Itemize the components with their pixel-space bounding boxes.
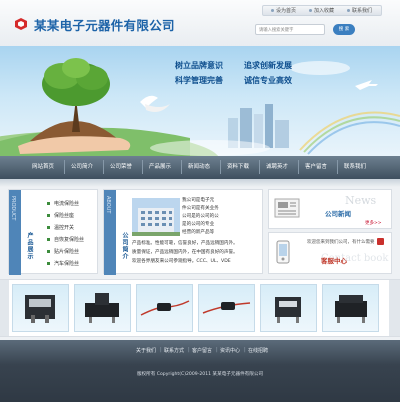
footer-link-about[interactable]: 关于我们 <box>136 347 156 354</box>
nav-divider <box>298 160 299 174</box>
search-button[interactable]: 搜 索 <box>333 24 355 35</box>
service-text: 欢迎您来到我们公司，有什么需要 <box>307 240 375 245</box>
bullet-icon <box>271 9 274 12</box>
fuse-holder-image <box>85 293 119 323</box>
nav-divider <box>142 160 143 174</box>
add-favorite-link[interactable]: 加入收藏 <box>309 7 334 14</box>
product-item[interactable]: 电流保险丝 <box>47 200 79 207</box>
gallery-product-image[interactable] <box>322 284 379 332</box>
slogan-innovation: 追求创新发展 <box>244 61 292 70</box>
product-item[interactable]: 保险丝座 <box>47 212 74 219</box>
inline-fuse-image <box>202 302 251 314</box>
fuse-holder-image <box>25 295 55 323</box>
footer: 关于我们 | 联系方式 | 客户留言 | 资讯中心 | 在线招聘 版权所有 Co… <box>0 340 400 402</box>
gallery-product-image[interactable] <box>260 284 317 332</box>
slogan-integrity: 诚信专业高效 <box>244 76 292 85</box>
about-tab: ABOUT <box>104 190 116 275</box>
nav-downloads[interactable]: 资料下载 <box>227 162 249 170</box>
news-en-label: News <box>345 194 377 207</box>
product-item[interactable]: 贴片保险丝 <box>47 248 79 255</box>
about-text-line: 欢迎各界朋友来公司参观指导。CCC、UL、VDE <box>132 259 231 264</box>
gallery-product-image[interactable] <box>198 284 255 332</box>
gallery-product-image[interactable] <box>74 284 131 332</box>
newspaper-icon <box>274 198 300 218</box>
bullet-icon <box>47 214 50 217</box>
arrow-icon <box>377 238 384 245</box>
bullet-icon <box>347 9 350 12</box>
set-homepage-link[interactable]: 设为首页 <box>271 7 296 14</box>
logo-icon <box>15 18 27 30</box>
nav-divider <box>337 160 338 174</box>
fuse-holder-image <box>275 297 301 323</box>
gallery-next-button[interactable] <box>389 280 400 336</box>
about-text-line: 质量保证，产品远销国内外，在中国有良好的声誉。 <box>132 250 238 255</box>
product-gallery <box>0 279 400 337</box>
about-en-label: ABOUT <box>105 196 111 214</box>
footer-divider: | <box>160 347 162 353</box>
search-input[interactable]: 请输入搜索关键字 <box>255 24 325 35</box>
about-title: 公司简介 <box>121 232 128 260</box>
nav-honors[interactable]: 公司荣誉 <box>110 162 132 170</box>
header: 某某电子元器件有限公司 设为首页 加入收藏 联系我们 请输入搜索关键字 搜 索 <box>0 0 400 46</box>
about-panel: ABOUT 公司简介 我公司是电子元 件公司是有关业务 公司是的公司的公 是的公… <box>103 189 263 275</box>
news-title: 公司新闻 <box>325 210 351 218</box>
nav-messages[interactable]: 客户留言 <box>305 162 327 170</box>
nav-divider <box>181 160 182 174</box>
nav-divider <box>220 160 221 174</box>
bullet-icon <box>47 262 50 265</box>
news-panel[interactable]: News 公司新闻 更多>> <box>268 189 392 229</box>
contact-us-link[interactable]: 联系我们 <box>347 7 372 14</box>
gallery-product-image[interactable] <box>12 284 69 332</box>
news-more-link[interactable]: 更多>> <box>365 220 382 226</box>
slogan-management: 科学管理完善 <box>175 76 223 85</box>
about-intro: 我公司是电子元 件公司是有关业务 公司是的公司的公 是的公司的专业 经营的新产品… <box>182 198 219 235</box>
products-panel: PRODUCT 产品展示 电流保险丝 保险丝座 温控开关 自恢复保险丝 贴片保险… <box>8 189 98 275</box>
bullet-icon <box>47 238 50 241</box>
nav-contact[interactable]: 联系我们 <box>344 162 366 170</box>
banner: 树立品牌意识 追求创新发展 科学管理完善 诚信专业高效 <box>0 46 400 156</box>
product-item[interactable]: 温控开关 <box>47 224 74 231</box>
gallery-prev-button[interactable] <box>0 280 9 336</box>
footer-divider: | <box>244 347 246 353</box>
nav-jobs[interactable]: 诚聘英才 <box>266 162 288 170</box>
gallery-product-image[interactable] <box>136 284 193 332</box>
products-en-label: PRODUCT <box>10 196 16 221</box>
products-tab: PRODUCT <box>9 190 21 275</box>
copyright: 版权所有 Copyright(C)2009-2011 某某电子元器件有限公司 <box>136 372 264 377</box>
bullet-icon <box>47 250 50 253</box>
footer-link-contact[interactable]: 联系方式 <box>164 347 184 354</box>
service-title: 客服中心 <box>321 257 347 265</box>
nav-shadow <box>0 179 400 187</box>
slogan-brand: 树立品牌意识 <box>175 61 223 70</box>
service-panel[interactable]: 欢迎您来到我们公司，有什么需要 Contact book 客服中心 <box>268 232 392 274</box>
nav-divider <box>103 160 104 174</box>
products-title: 产品展示 <box>26 232 33 260</box>
about-text-line: 产品标准。性能可靠，信誉良好，产品远销国内外。 <box>132 241 238 246</box>
bullet-icon <box>47 226 50 229</box>
product-item[interactable]: 汽车保险丝 <box>47 260 79 267</box>
footer-link-news[interactable]: 资讯中心 <box>220 347 240 354</box>
nav-about[interactable]: 公司简介 <box>71 162 93 170</box>
product-item[interactable]: 自恢复保险丝 <box>47 236 84 243</box>
company-name: 某某电子元器件有限公司 <box>34 18 175 33</box>
main-nav: 网站首页 公司简介 公司荣誉 产品展示 新闻动态 资料下载 诚聘英才 客户留言 … <box>0 156 400 179</box>
bullet-icon <box>47 202 50 205</box>
fuse-holder-image <box>335 295 367 323</box>
nav-divider <box>259 160 260 174</box>
footer-link-jobs[interactable]: 在线招聘 <box>248 347 268 354</box>
nav-news[interactable]: 新闻动态 <box>188 162 210 170</box>
footer-divider: | <box>188 347 190 353</box>
nav-divider <box>64 160 65 174</box>
company-building-image <box>132 198 180 236</box>
phone-icon <box>276 240 290 264</box>
footer-link-messages[interactable]: 客户留言 <box>192 347 212 354</box>
inline-fuse-image <box>140 300 190 316</box>
nav-home[interactable]: 网站首页 <box>32 162 54 170</box>
nav-products[interactable]: 产品展示 <box>149 162 171 170</box>
top-links-bar: 设为首页 加入收藏 联系我们 <box>262 5 382 16</box>
footer-divider: | <box>216 347 218 353</box>
bullet-icon <box>309 9 312 12</box>
